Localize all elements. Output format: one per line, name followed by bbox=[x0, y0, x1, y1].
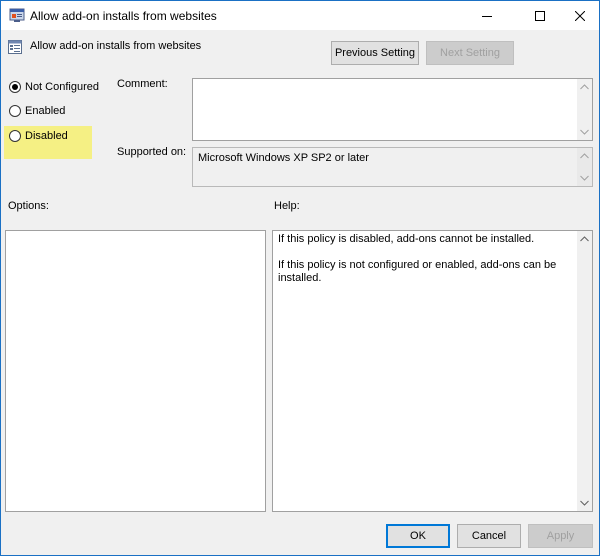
comment-label: Comment: bbox=[117, 78, 168, 90]
apply-button[interactable]: Apply bbox=[528, 524, 593, 548]
scroll-down-icon bbox=[580, 175, 589, 181]
comment-scrollbar[interactable] bbox=[577, 79, 592, 140]
options-label: Options: bbox=[8, 200, 49, 212]
help-panel: If this policy is disabled, add-ons cann… bbox=[272, 230, 593, 512]
radio-button-icon bbox=[9, 105, 21, 117]
title-bar[interactable]: Allow add-on installs from websites bbox=[1, 1, 599, 30]
previous-setting-button[interactable]: Previous Setting bbox=[331, 41, 419, 65]
policy-setting-icon bbox=[8, 39, 22, 54]
supported-on-field: Microsoft Windows XP SP2 or later bbox=[192, 147, 593, 187]
scroll-up-icon bbox=[580, 84, 589, 90]
scroll-down-icon bbox=[580, 129, 589, 135]
supported-on-label: Supported on: bbox=[117, 146, 187, 158]
radio-label: Enabled bbox=[25, 105, 66, 117]
help-paragraph: If this policy is disabled, add-ons cann… bbox=[278, 233, 535, 245]
help-label: Help: bbox=[274, 200, 300, 212]
window-title: Allow add-on installs from websites bbox=[30, 9, 217, 23]
minimize-button[interactable] bbox=[464, 1, 509, 30]
supported-on-value: Microsoft Windows XP SP2 or later bbox=[198, 152, 369, 164]
radio-button-icon bbox=[9, 130, 21, 142]
comment-textarea[interactable] bbox=[192, 78, 593, 141]
help-paragraph: If this policy is not configured or enab… bbox=[278, 259, 557, 284]
radio-button-icon bbox=[9, 81, 21, 93]
radio-label: Not Configured bbox=[25, 81, 99, 93]
supported-scrollbar[interactable] bbox=[577, 148, 592, 186]
radio-not-configured[interactable]: Not Configured bbox=[9, 81, 99, 93]
scroll-down-icon bbox=[580, 500, 589, 506]
radio-enabled[interactable]: Enabled bbox=[9, 105, 65, 117]
help-text: If this policy is disabled, add-ons cann… bbox=[278, 233, 568, 298]
next-setting-button[interactable]: Next Setting bbox=[426, 41, 514, 65]
group-policy-app-icon bbox=[9, 8, 25, 23]
minimize-icon bbox=[481, 15, 492, 17]
help-scrollbar[interactable] bbox=[577, 231, 592, 511]
radio-label: Disabled bbox=[25, 130, 68, 142]
maximize-button[interactable] bbox=[517, 1, 562, 30]
radio-disabled[interactable]: Disabled bbox=[9, 130, 68, 142]
options-panel bbox=[5, 230, 266, 512]
scroll-up-icon bbox=[580, 153, 589, 159]
close-button[interactable] bbox=[557, 1, 600, 30]
close-icon bbox=[574, 10, 585, 21]
ok-button[interactable]: OK bbox=[386, 524, 450, 548]
maximize-icon bbox=[534, 10, 545, 21]
scroll-up-icon bbox=[580, 236, 589, 242]
cancel-button[interactable]: Cancel bbox=[457, 524, 521, 548]
policy-header-title: Allow add-on installs from websites bbox=[30, 40, 202, 52]
policy-dialog-window: Allow add-on installs from websites Allo… bbox=[0, 0, 600, 556]
